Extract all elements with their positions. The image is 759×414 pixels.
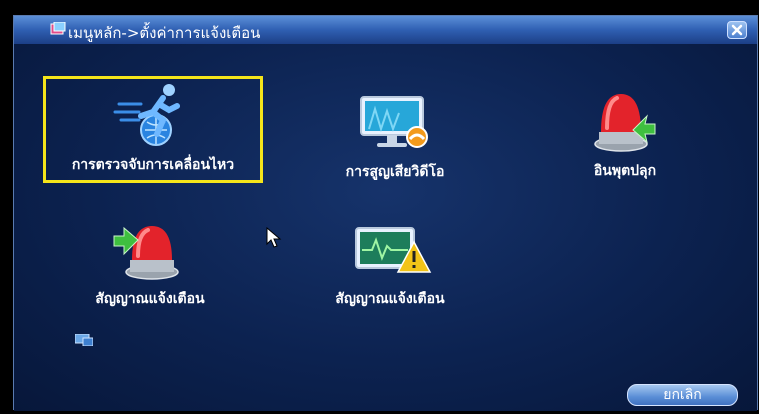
alarm-output-label: สัญญาณแจ้งเตือน [95,291,205,307]
alarm-input-label: อินพุตปลุก [593,163,657,179]
mouse-cursor-icon [266,227,282,248]
alarm-output-item[interactable]: สัญญาณแจ้งเตือน [70,222,230,310]
video-loss-label: การสูญเสียวิดีโอ [345,164,445,180]
abnormality-label: สัญญาณแจ้งเตือน [335,291,445,307]
abnormality-item[interactable]: สัญญาณแจ้งเตือน [300,222,480,310]
close-icon [731,24,743,36]
selection-highlight [43,76,263,183]
menu-icon [50,22,66,35]
network-icon [75,334,93,346]
monitor-video-loss-icon [360,96,428,148]
video-loss-item[interactable]: การสูญเสียวิดีโอ [310,93,480,183]
alarm-input-icon [594,94,656,152]
alarm-output-icon [113,226,179,280]
abnormal-warning-icon [355,227,432,273]
window-title: เมนูหลัก->ตั้งค่าการแจ้งเตือน [68,24,261,42]
cancel-button[interactable]: ยกเลิก [627,384,738,406]
alarm-input-item[interactable]: อินพุตปลุก [570,88,680,182]
alarm-settings-dialog: เมนูหลัก->ตั้งค่าการแจ้งเตือน [13,15,758,411]
title-bar: เมนูหลัก->ตั้งค่าการแจ้งเตือน [14,16,757,44]
close-button[interactable] [727,21,747,39]
